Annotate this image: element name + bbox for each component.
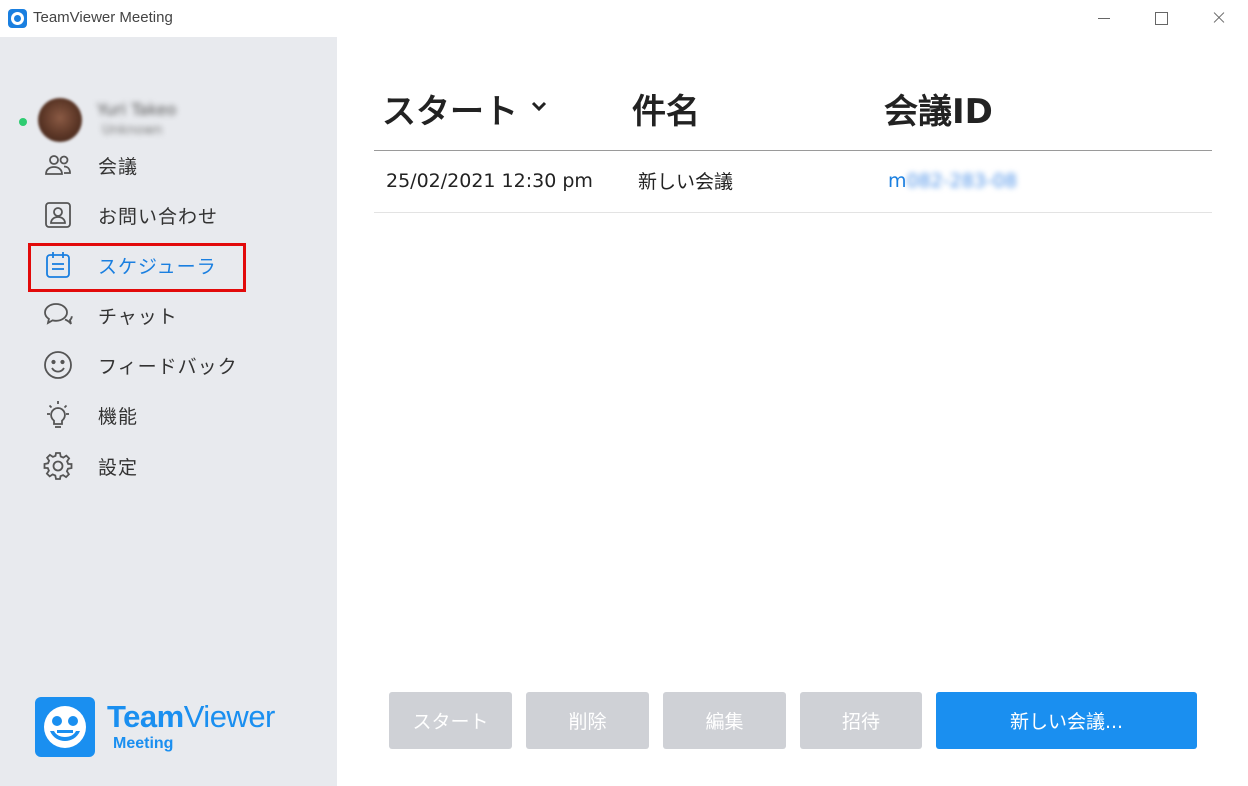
- column-header-meeting-id: 会議ID: [884, 92, 993, 132]
- logo-product-text: Meeting: [113, 735, 174, 752]
- meeting-id-link[interactable]: m082-283-08: [888, 170, 1017, 192]
- people-icon: [40, 147, 76, 183]
- sidebar-item-features[interactable]: 機能: [40, 397, 300, 433]
- start-button[interactable]: スタート: [389, 692, 512, 749]
- maximize-button[interactable]: [1132, 0, 1188, 36]
- sidebar-item-label: フィードバック: [98, 355, 238, 378]
- sidebar-item-label: 設定: [98, 456, 139, 479]
- edit-button[interactable]: 編集: [663, 692, 786, 749]
- teamviewer-meeting-logo: TeamViewer Meeting: [35, 697, 315, 757]
- sidebar: Yuri Takeo Unknown 会議 お問い合わせ スケジューラ チャット…: [0, 37, 337, 786]
- teamviewer-logo-icon: [35, 697, 95, 757]
- invite-button[interactable]: 招待: [800, 692, 922, 749]
- meeting-date: 25/02/2021 12:30 pm: [386, 170, 593, 192]
- title-bar: TeamViewer Meeting: [0, 0, 1248, 37]
- highlight-annotation-box: [28, 243, 246, 292]
- gear-icon: [40, 448, 76, 484]
- column-header-start[interactable]: スタート: [382, 84, 518, 133]
- teamviewer-app-icon: [8, 9, 27, 28]
- sidebar-item-label: チャット: [98, 305, 178, 328]
- sidebar-item-settings[interactable]: 設定: [40, 448, 300, 484]
- sidebar-item-chat[interactable]: チャット: [40, 297, 300, 333]
- scheduler-panel: スタート 件名 会議ID 25/02/2021 12:30 pm 新しい会議 m…: [337, 37, 1248, 786]
- sidebar-item-feedback[interactable]: フィードバック: [40, 347, 300, 383]
- minimize-button[interactable]: [1076, 0, 1132, 36]
- chevron-down-icon[interactable]: [527, 95, 551, 119]
- column-header-subject: 件名: [632, 92, 700, 132]
- chat-bubbles-icon: [40, 297, 76, 333]
- new-meeting-button[interactable]: 新しい会議...: [936, 692, 1197, 749]
- close-button[interactable]: [1190, 0, 1246, 36]
- row-divider: [374, 212, 1212, 213]
- window-title: TeamViewer Meeting: [33, 9, 173, 26]
- meeting-subject: 新しい会議: [638, 171, 734, 193]
- avatar[interactable]: [38, 98, 82, 142]
- profile-subtitle: Unknown: [102, 123, 163, 138]
- delete-button[interactable]: 削除: [526, 692, 649, 749]
- header-divider: [374, 150, 1212, 151]
- lightbulb-icon: [40, 397, 76, 433]
- contact-card-icon: [40, 197, 76, 233]
- sidebar-item-contacts[interactable]: お問い合わせ: [40, 197, 300, 233]
- online-status-dot: [19, 118, 27, 126]
- sidebar-item-meetings[interactable]: 会議: [40, 147, 300, 183]
- profile-name: Yuri Takeo: [97, 100, 177, 119]
- app-window: TeamViewer Meeting Yuri Takeo Unknown 会議: [0, 0, 1248, 786]
- sidebar-item-label: お問い合わせ: [98, 205, 219, 228]
- sidebar-item-label: 会議: [98, 155, 139, 178]
- logo-brand-text: TeamViewer: [107, 699, 275, 734]
- smiley-icon: [40, 347, 76, 383]
- sidebar-item-label: 機能: [98, 405, 139, 428]
